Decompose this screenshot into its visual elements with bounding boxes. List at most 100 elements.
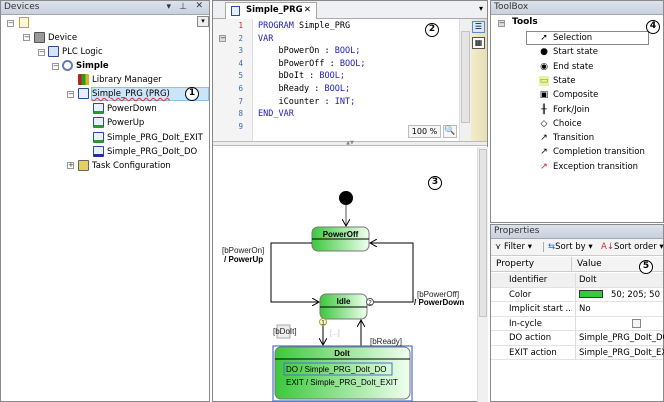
tree-item-plc-logic[interactable]: PLC Logic (48, 45, 103, 59)
tab-simple-prg[interactable]: Simple_PRG ✕ (225, 2, 317, 19)
close-icon[interactable]: ✕ (195, 1, 203, 11)
column-value[interactable]: Value (577, 257, 602, 271)
filter-button[interactable]: ⋎ Filter ▾ (495, 239, 532, 255)
scroll-thumb[interactable] (461, 31, 470, 123)
plc-logic-icon (48, 46, 59, 57)
code-line[interactable]: bPowerOff : BOOL; (258, 58, 365, 71)
property-row-color[interactable]: Color 50; 205; 50 (491, 287, 663, 302)
toolbox-item-label: End state (553, 61, 594, 72)
zoom-level[interactable]: 100 % (408, 125, 441, 138)
code-line[interactable]: VAR (258, 33, 273, 46)
line-number: 5 (238, 71, 243, 81)
collapse-simple[interactable]: − (52, 63, 59, 70)
code-line[interactable]: END_VAR (258, 108, 294, 121)
diagram-scrollbar[interactable] (477, 147, 488, 402)
toolbox-item-transition[interactable]: ↗ Transition (540, 131, 594, 145)
scroll-thumb[interactable] (479, 149, 487, 317)
tree-item-doit-do[interactable]: Simple_PRG_DoIt_DO (93, 145, 197, 159)
action-powerdown[interactable]: / PowerDown (414, 298, 464, 307)
sort-order-button[interactable]: A↓Sort order ▾ (601, 239, 664, 255)
line-number: 7 (238, 96, 243, 106)
code-keyword: PROGRAM (258, 21, 294, 31)
toolbox-item-start-state[interactable]: ● Start state (540, 45, 598, 59)
properties-rows: Identifier DoIt Color 50; 205; 50 Implicit… (491, 273, 664, 363)
close-tab-icon[interactable]: ✕ (304, 3, 311, 18)
color-swatch[interactable] (579, 290, 603, 298)
code-text: bPowerOn : (258, 46, 335, 57)
tree-item-powerup[interactable]: PowerUp (93, 116, 144, 130)
toolbox-item-choice[interactable]: ◇ Choice (541, 117, 582, 131)
tools-group-label[interactable]: Tools (512, 17, 538, 27)
collapse-device[interactable]: − (23, 34, 30, 41)
toolbox-item-state[interactable]: ▭ State (539, 74, 576, 88)
collapse-tools[interactable]: − (498, 20, 505, 27)
guard-bdoit[interactable]: [bDoIt] (273, 327, 297, 336)
callout-2: 2 (425, 23, 439, 37)
code-text: Simple_PRG (293, 21, 351, 31)
property-row-in-cycle[interactable]: In-cycle (491, 316, 663, 331)
editor-panel: Simple_PRG ✕ ▾ − 1 PROGRAM Simple_PRG 2 VAR… (212, 0, 488, 402)
guard-bpoweron[interactable]: [bPowerOn] (222, 246, 264, 255)
property-row-identifier[interactable]: Identifier DoIt (491, 273, 663, 288)
sort-by-button[interactable]: ⇆Sort by ▾ (548, 239, 593, 255)
code-keyword: VAR (258, 33, 274, 44)
state-idle-label: Idle (337, 297, 351, 306)
tabular-view-button[interactable]: ▦ (472, 37, 485, 49)
splitter[interactable]: ▲▼ (213, 141, 487, 146)
toolbox-item-completion-transition[interactable]: ↗ Completion transition (540, 145, 645, 159)
toolbox-item-fork-join[interactable]: ╫ Fork/Join (541, 103, 589, 117)
pin-icon[interactable]: ⊥ (179, 2, 187, 12)
code-line[interactable]: bReady : BOOL; (258, 83, 350, 96)
transition-poweroff[interactable] (370, 243, 414, 303)
zoom-icon[interactable]: 🔍 (443, 125, 457, 138)
tree-item-simple-prg[interactable]: Simple_PRG (PRG) (78, 87, 170, 101)
tree-item-doit-exit[interactable]: Simple_PRG_DoIt_EXIT (93, 131, 203, 145)
exception-transition-icon: ↗ (540, 161, 548, 172)
expand-task-config[interactable]: + (67, 162, 74, 169)
code-keyword: END_VAR (258, 109, 294, 120)
code-line[interactable]: PROGRAM Simple_PRG (258, 20, 350, 33)
project-icon (19, 17, 29, 28)
property-row-implicit-start[interactable]: Implicit start ... No (491, 302, 663, 317)
line-number: 9 (238, 121, 243, 131)
tree-menu-button[interactable]: ▾ (197, 16, 209, 27)
toolbox-item-exception-transition[interactable]: ↗ Exception transition (540, 160, 638, 174)
doit-do-action[interactable]: DO / Simple_PRG_DoIt_DO (286, 365, 386, 374)
collapse-simple-prg[interactable]: − (67, 91, 74, 98)
code-line[interactable]: iCounter : INT; (258, 96, 355, 109)
devices-header: Devices ▾ ⊥ ✕ (1, 1, 209, 15)
state-poweroff-label: PowerOff (323, 230, 359, 239)
doit-exit-action[interactable]: EXIT / Simple_PRG_DoIt_EXIT (286, 378, 398, 387)
toolbox-item-selection[interactable]: ➚ Selection (540, 31, 592, 45)
action-icon (93, 117, 104, 128)
transition-poweron[interactable] (270, 242, 319, 302)
tree-item-powerdown[interactable]: PowerDown (93, 102, 157, 116)
collapse-plc-logic[interactable]: − (38, 49, 45, 56)
code-scrollbar[interactable] (459, 19, 471, 141)
code-line[interactable]: bDoIt : BOOL; (258, 70, 345, 83)
toolbox-item-composite[interactable]: ▣ Composite (540, 88, 599, 102)
start-state[interactable] (339, 191, 353, 205)
line-number: 3 (238, 46, 243, 56)
tree-item-task-configuration[interactable]: Task Configuration (78, 159, 171, 173)
tree-item-library-manager[interactable]: Library Manager (78, 73, 162, 87)
in-cycle-checkbox[interactable] (632, 318, 641, 328)
collapse-root[interactable]: − (7, 20, 14, 27)
devices-title: Devices (4, 2, 40, 12)
pou-icon (78, 88, 89, 99)
guard-bready[interactable]: [bReady] (370, 337, 402, 346)
action-powerup[interactable]: / PowerUp (224, 255, 263, 264)
property-row-do-action[interactable]: DO action Simple_PRG_DoIt_DO (491, 331, 664, 346)
dropdown-icon[interactable]: ▾ (166, 2, 171, 12)
property-row-exit-action[interactable]: EXIT actionSimple_PRG_DoIt_EXIT (491, 345, 664, 360)
textual-view-button[interactable]: ☰ (472, 21, 485, 33)
toolbox-item-end-state[interactable]: ◉ End state (540, 60, 594, 74)
column-property[interactable]: Property (496, 257, 534, 271)
tree-item-simple[interactable]: Simple (62, 59, 109, 73)
devices-panel: Devices ▾ ⊥ ✕ ▾ − − Device − PLC Logic −… (0, 0, 210, 402)
cursor-icon: ➚ (540, 33, 548, 43)
code-line[interactable]: bPowerOn : BOOL; (258, 45, 360, 58)
tree-item-device[interactable]: Device (34, 31, 77, 45)
tab-list-dropdown-icon[interactable]: ▾ (479, 4, 483, 13)
sort-order-icon: A↓ (601, 242, 614, 252)
